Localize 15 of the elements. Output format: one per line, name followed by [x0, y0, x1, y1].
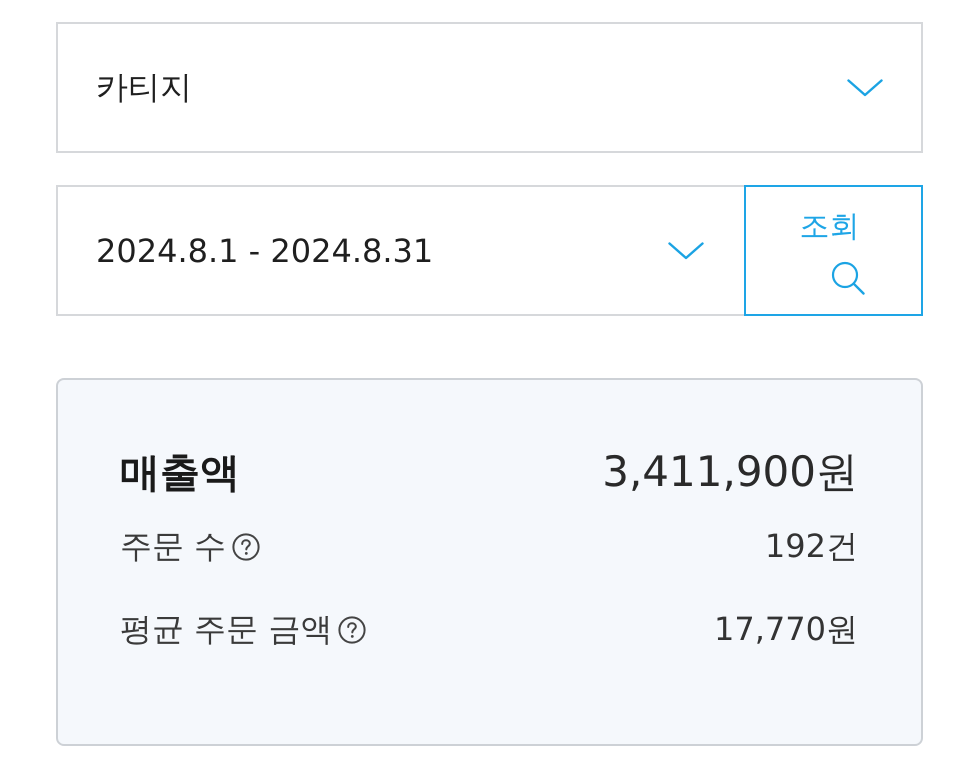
category-value: 카티지	[96, 66, 192, 108]
help-icon[interactable]	[232, 533, 260, 561]
metric-value: 17,770원	[714, 609, 858, 650]
metric-label: 주문 수	[120, 526, 226, 567]
sales-total: 3,411,900원	[602, 446, 858, 498]
help-icon[interactable]	[338, 616, 366, 644]
metric-label: 평균 주문 금액	[120, 609, 332, 650]
chevron-down-icon	[847, 78, 883, 96]
category-dropdown[interactable]: 카티지	[56, 22, 923, 153]
date-range-value: 2024.8.1 - 2024.8.31	[96, 232, 434, 270]
sales-title: 매출액	[120, 448, 240, 498]
chevron-down-icon	[668, 242, 704, 260]
date-range-dropdown[interactable]: 2024.8.1 - 2024.8.31	[56, 185, 744, 316]
search-icon	[830, 261, 864, 295]
metric-value: 192건	[764, 526, 858, 567]
